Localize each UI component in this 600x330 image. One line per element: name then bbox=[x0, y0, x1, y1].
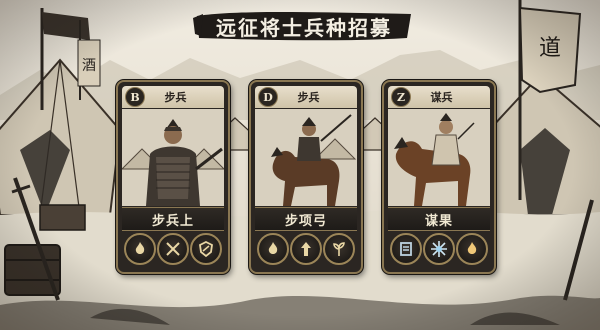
sprout-icon[interactable] bbox=[323, 233, 355, 265]
crossed-spears-icon[interactable] bbox=[157, 233, 189, 265]
unit-type-label: 步兵 bbox=[297, 91, 320, 104]
title-banner: 远征将士兵种招募 bbox=[193, 8, 415, 44]
shield-slash-icon[interactable] bbox=[190, 233, 222, 265]
unit-type-label: 步兵 bbox=[164, 91, 187, 104]
unit-portrait bbox=[122, 109, 224, 206]
unit-portrait bbox=[255, 109, 357, 206]
unit-type-label: 谋兵 bbox=[430, 91, 453, 104]
unit-portrait bbox=[388, 109, 490, 206]
unit-badge: B bbox=[125, 87, 145, 107]
skill-row bbox=[390, 232, 488, 266]
unit-badge: Z bbox=[391, 87, 411, 107]
unit-card-3[interactable]: Z 谋兵 谋果 bbox=[382, 80, 496, 274]
skill-row bbox=[124, 232, 222, 266]
frost-burst-icon[interactable] bbox=[423, 233, 455, 265]
card-header: Z 谋兵 bbox=[388, 86, 490, 108]
flame-burst-icon[interactable] bbox=[456, 233, 488, 265]
banner-shield-icon[interactable] bbox=[390, 233, 422, 265]
skill-row bbox=[257, 232, 355, 266]
unit-name: 步兵上 bbox=[122, 207, 224, 231]
unit-name: 步项弓 bbox=[255, 207, 357, 231]
unit-badge: D bbox=[258, 87, 278, 107]
unit-card-1[interactable]: B 步兵 步兵上 bbox=[116, 80, 230, 274]
unit-card-2[interactable]: D 步兵 步项弓 bbox=[249, 80, 363, 274]
unit-name: 谋果 bbox=[388, 207, 490, 231]
card-header: D 步兵 bbox=[255, 86, 357, 108]
flame-burst-icon[interactable] bbox=[124, 233, 156, 265]
card-header: B 步兵 bbox=[122, 86, 224, 108]
page-title: 远征将士兵种招募 bbox=[216, 15, 392, 40]
flame-burst-icon[interactable] bbox=[257, 233, 289, 265]
rising-arrow-icon[interactable] bbox=[290, 233, 322, 265]
